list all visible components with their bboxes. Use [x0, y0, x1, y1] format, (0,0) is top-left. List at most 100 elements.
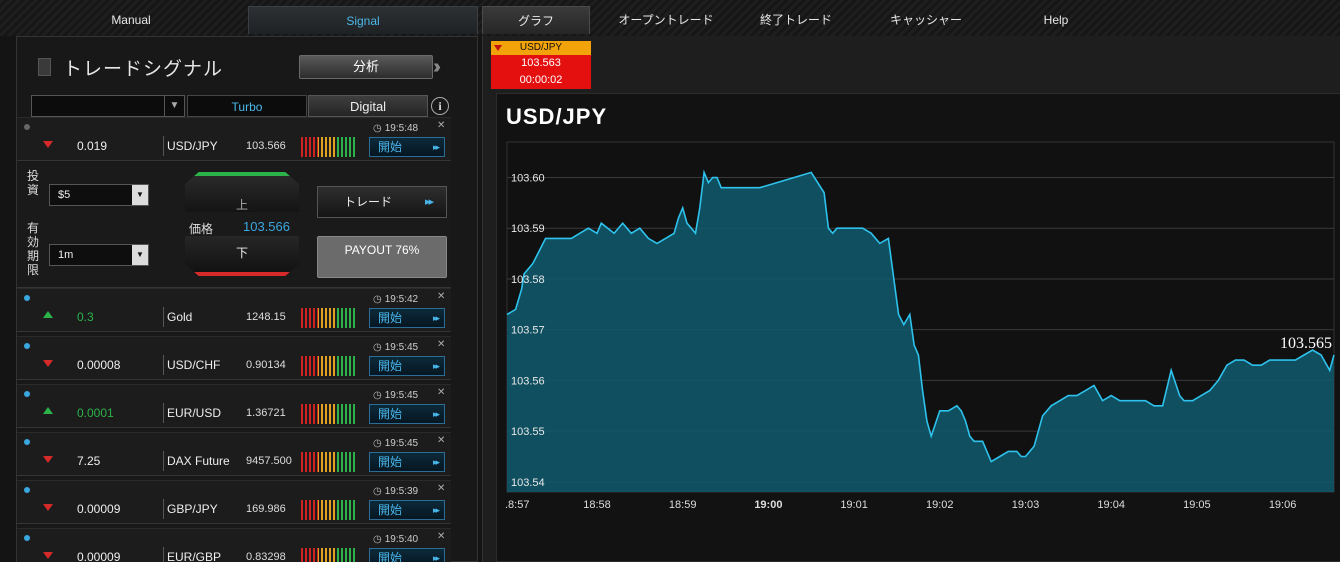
divider [163, 499, 164, 519]
signal-symbol: GBP/JPY [167, 502, 218, 516]
open-trade-button[interactable]: 開始 [369, 548, 445, 562]
strength-meter [301, 500, 357, 520]
chart-area: USD/JPY 103.563 00:00:02 103.54 103.55 103… [482, 36, 1340, 562]
mini-ticker[interactable]: USD/JPY 103.563 00:00:02 [491, 41, 591, 89]
close-icon[interactable]: ✕ [437, 435, 445, 446]
x-tick-label: 19:01 [840, 499, 868, 511]
divider [163, 355, 164, 375]
open-trade-button[interactable]: 開始 [369, 452, 445, 472]
arrow-down-icon [43, 456, 53, 463]
y-tick-label: 103.57 [511, 325, 545, 337]
arrow-down-icon [43, 552, 53, 559]
close-icon[interactable]: ✕ [437, 531, 445, 542]
signal-row[interactable]: 19:5:48 ✕ 0.019 USD/JPY 103.566 開始 [17, 117, 451, 161]
chevron-down-icon: ▼ [132, 185, 148, 205]
signal-row[interactable]: 19:5:39 ✕ 0.00009 GBP/JPY 169.986 開始 [17, 480, 451, 524]
divider [163, 547, 164, 562]
x-tick-label: 19:02 [926, 499, 954, 511]
nav-closed-trades[interactable]: 終了トレード [744, 6, 848, 34]
strength-meter [301, 137, 357, 157]
signal-change: 0.00009 [77, 502, 121, 516]
x-tick-label: 19:04 [1097, 499, 1125, 511]
chart-title: USD/JPY [506, 104, 608, 129]
close-icon[interactable]: ✕ [437, 483, 445, 494]
nav-signal[interactable]: Signal [248, 6, 478, 34]
top-navigation: Manual Signal グラフ オープントレード 終了トレード キャッシャー… [0, 0, 1340, 36]
close-icon[interactable]: ✕ [437, 387, 445, 398]
nav-open-trades[interactable]: オープントレード [608, 6, 724, 34]
expiry-select[interactable]: 1m ▼ [49, 244, 149, 266]
signal-row[interactable]: 19:5:45 ✕ 0.00008 USD/CHF 0.90134 開始 [17, 336, 451, 380]
signal-price: 9457.500 [246, 455, 292, 467]
divider [163, 136, 164, 156]
y-tick-label: 103.54 [511, 477, 545, 489]
chart-svg: 103.54 103.55 103.56 103.57 103.58 103.59 103.… [505, 141, 1335, 511]
close-icon[interactable]: ✕ [437, 339, 445, 350]
asset-filter-select[interactable]: ▼ [31, 95, 185, 117]
x-tick-label: 19:06 [1269, 499, 1297, 511]
signal-row[interactable]: 19:5:42 ✕ 0.3 Gold 1248.15 開始 [17, 288, 451, 332]
signal-time: 19:5:45 [373, 438, 418, 449]
signal-price: 1248.15 [246, 311, 286, 323]
nav-graph[interactable]: グラフ [482, 6, 590, 34]
trade-signal-panel: トレードシグナル 分析 ››› ▼ Turbo Digital i 19:5:4… [16, 36, 478, 562]
analyze-button[interactable]: 分析 [299, 55, 433, 79]
signal-price: 103.566 [246, 140, 286, 152]
y-tick-label: 103.60 [511, 173, 545, 185]
payout-badge: PAYOUT 76% [317, 236, 447, 278]
signal-row[interactable]: 19:5:45 ✕ 7.25 DAX Future 9457.500 開始 [17, 432, 451, 476]
expiry-value: 1m [58, 249, 74, 261]
put-down-button[interactable]: 下 [185, 236, 299, 276]
signal-change: 0.019 [77, 139, 108, 153]
nav-help[interactable]: Help [1016, 6, 1096, 34]
tab-turbo[interactable]: Turbo [187, 95, 307, 117]
invest-amount-select[interactable]: $5 ▼ [49, 184, 149, 206]
ticker-price: 103.563 [521, 57, 561, 69]
signal-row[interactable]: 19:5:40 ✕ 0.00009 EUR/GBP 0.83298 開始 [17, 528, 451, 562]
nav-manual[interactable]: Manual [48, 6, 214, 34]
call-up-label: 上 [235, 198, 248, 212]
close-icon[interactable]: ✕ [437, 120, 445, 131]
ticker-symbol: USD/JPY [491, 41, 591, 55]
x-tick-label: 18:58 [583, 499, 611, 511]
signal-price: 1.36721 [246, 407, 286, 419]
open-trade-button[interactable]: 開始 [369, 137, 445, 157]
status-dot [24, 439, 30, 445]
call-up-button[interactable]: 上 [185, 172, 299, 212]
open-trade-button[interactable]: 開始 [369, 308, 445, 328]
close-icon[interactable]: ✕ [437, 291, 445, 302]
open-trade-button[interactable]: 開始 [369, 500, 445, 520]
arrow-down-icon [43, 141, 53, 148]
signal-change: 0.00009 [77, 550, 121, 562]
price-chart: 103.54 103.55 103.56 103.57 103.58 103.59 103.… [496, 93, 1340, 562]
strength-meter [301, 308, 357, 328]
put-down-label: 下 [235, 246, 248, 260]
price-label: 価格 [189, 222, 214, 236]
y-tick-label: 103.55 [511, 426, 545, 438]
strength-meter [301, 404, 357, 424]
open-trade-button[interactable]: 開始 [369, 356, 445, 376]
signal-time: 19:5:45 [373, 390, 418, 401]
info-icon[interactable]: i [431, 97, 449, 115]
signal-time: 19:5:45 [373, 342, 418, 353]
x-tick-label: 19:03 [1012, 499, 1040, 511]
chevron-down-icon: ▼ [132, 245, 148, 265]
signal-change: 0.3 [77, 310, 94, 324]
signal-price: 0.90134 [246, 359, 286, 371]
invest-amount-value: $5 [58, 189, 71, 201]
x-tick-label: 18:59 [669, 499, 697, 511]
signal-time: 19:5:39 [373, 486, 418, 497]
open-trade-button[interactable]: 開始 [369, 404, 445, 424]
tab-digital[interactable]: Digital [308, 95, 428, 117]
signal-square-icon [38, 58, 51, 76]
x-tick-label: 19:05 [1183, 499, 1211, 511]
signal-row[interactable]: 19:5:45 ✕ 0.0001 EUR/USD 1.36721 開始 [17, 384, 451, 428]
trade-button[interactable]: トレード [317, 186, 447, 218]
nav-cashier[interactable]: キャッシャー [874, 6, 978, 34]
signal-symbol: USD/CHF [167, 358, 221, 372]
panel-title: トレードシグナル [63, 59, 224, 80]
strength-meter [301, 548, 357, 562]
y-tick-label: 103.59 [511, 223, 545, 235]
signal-change: 0.00008 [77, 358, 121, 372]
trade-panel: 投資 $5 ▼ 有効期限 1m ▼ 上 価格 103.566 下 トレード PA… [17, 162, 451, 288]
